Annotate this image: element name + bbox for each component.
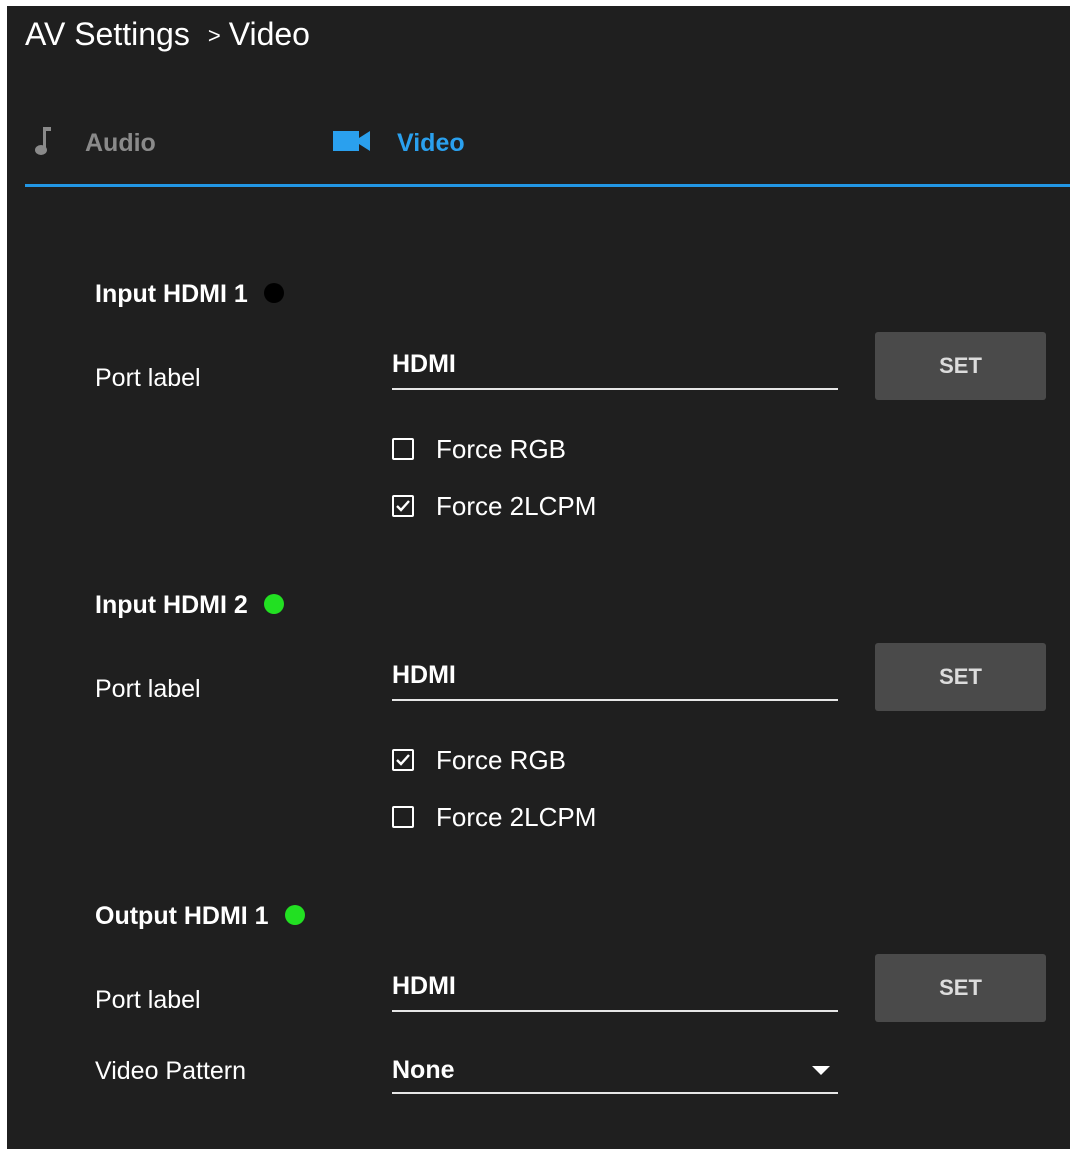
breadcrumb-separator: > bbox=[207, 23, 221, 48]
checkbox-unchecked[interactable] bbox=[392, 438, 414, 460]
music-note-icon bbox=[35, 126, 51, 161]
force-2lcpm-label: Force 2LCPM bbox=[436, 490, 597, 521]
set-button[interactable]: SET bbox=[875, 332, 1046, 400]
checkbox-checked[interactable] bbox=[392, 749, 414, 771]
video-pattern-caption: Video Pattern bbox=[95, 1057, 247, 1085]
status-dot-off bbox=[263, 283, 284, 304]
port-label-caption: Port label bbox=[95, 675, 201, 703]
section-title-text: Input HDMI 1 bbox=[95, 280, 248, 308]
tab-video[interactable]: Video bbox=[333, 118, 465, 168]
status-dot-on bbox=[263, 594, 284, 615]
force-rgb-option[interactable]: Force RGB bbox=[392, 745, 566, 775]
chevron-down-icon bbox=[812, 1066, 830, 1075]
tab-bar: Audio Video bbox=[25, 118, 1070, 188]
port-label-input[interactable] bbox=[392, 972, 832, 1001]
section-title-input-hdmi-2: Input HDMI 2 bbox=[95, 591, 284, 620]
section-title-output-hdmi-1: Output HDMI 1 bbox=[95, 902, 305, 931]
port-label-field[interactable] bbox=[392, 346, 838, 390]
video-camera-icon bbox=[333, 129, 371, 158]
port-label-caption: Port label bbox=[95, 986, 201, 1014]
force-2lcpm-label: Force 2LCPM bbox=[436, 801, 597, 832]
set-button[interactable]: SET bbox=[875, 954, 1046, 1022]
checkbox-checked[interactable] bbox=[392, 495, 414, 517]
section-title-text: Output HDMI 1 bbox=[95, 902, 269, 930]
port-label-input[interactable] bbox=[392, 661, 832, 690]
status-dot-on bbox=[284, 905, 305, 926]
set-button[interactable]: SET bbox=[875, 643, 1046, 711]
port-label-field[interactable] bbox=[392, 968, 838, 1012]
breadcrumb-current: Video bbox=[228, 16, 310, 52]
force-2lcpm-option[interactable]: Force 2LCPM bbox=[392, 491, 596, 521]
port-label-caption: Port label bbox=[95, 364, 201, 392]
breadcrumb: AV Settings > Video bbox=[25, 16, 310, 53]
section-title-input-hdmi-1: Input HDMI 1 bbox=[95, 280, 284, 309]
breadcrumb-root[interactable]: AV Settings bbox=[25, 16, 190, 52]
tab-audio-label: Audio bbox=[85, 128, 156, 157]
tab-underline bbox=[25, 184, 1070, 187]
checkmark-icon bbox=[396, 500, 410, 512]
force-rgb-option[interactable]: Force RGB bbox=[392, 434, 566, 464]
force-2lcpm-option[interactable]: Force 2LCPM bbox=[392, 802, 596, 832]
av-settings-panel: AV Settings > Video Audio Video Input HD… bbox=[7, 6, 1070, 1149]
video-pattern-value: None bbox=[392, 1056, 455, 1084]
port-label-field[interactable] bbox=[392, 657, 838, 701]
force-rgb-label: Force RGB bbox=[436, 433, 567, 464]
section-title-text: Input HDMI 2 bbox=[95, 591, 248, 619]
video-pattern-select[interactable]: None bbox=[392, 1052, 838, 1094]
tab-audio[interactable]: Audio bbox=[35, 118, 156, 168]
checkmark-icon bbox=[396, 754, 410, 766]
tab-video-label: Video bbox=[397, 128, 465, 157]
checkbox-unchecked[interactable] bbox=[392, 806, 414, 828]
port-label-input[interactable] bbox=[392, 350, 832, 379]
force-rgb-label: Force RGB bbox=[436, 744, 567, 775]
